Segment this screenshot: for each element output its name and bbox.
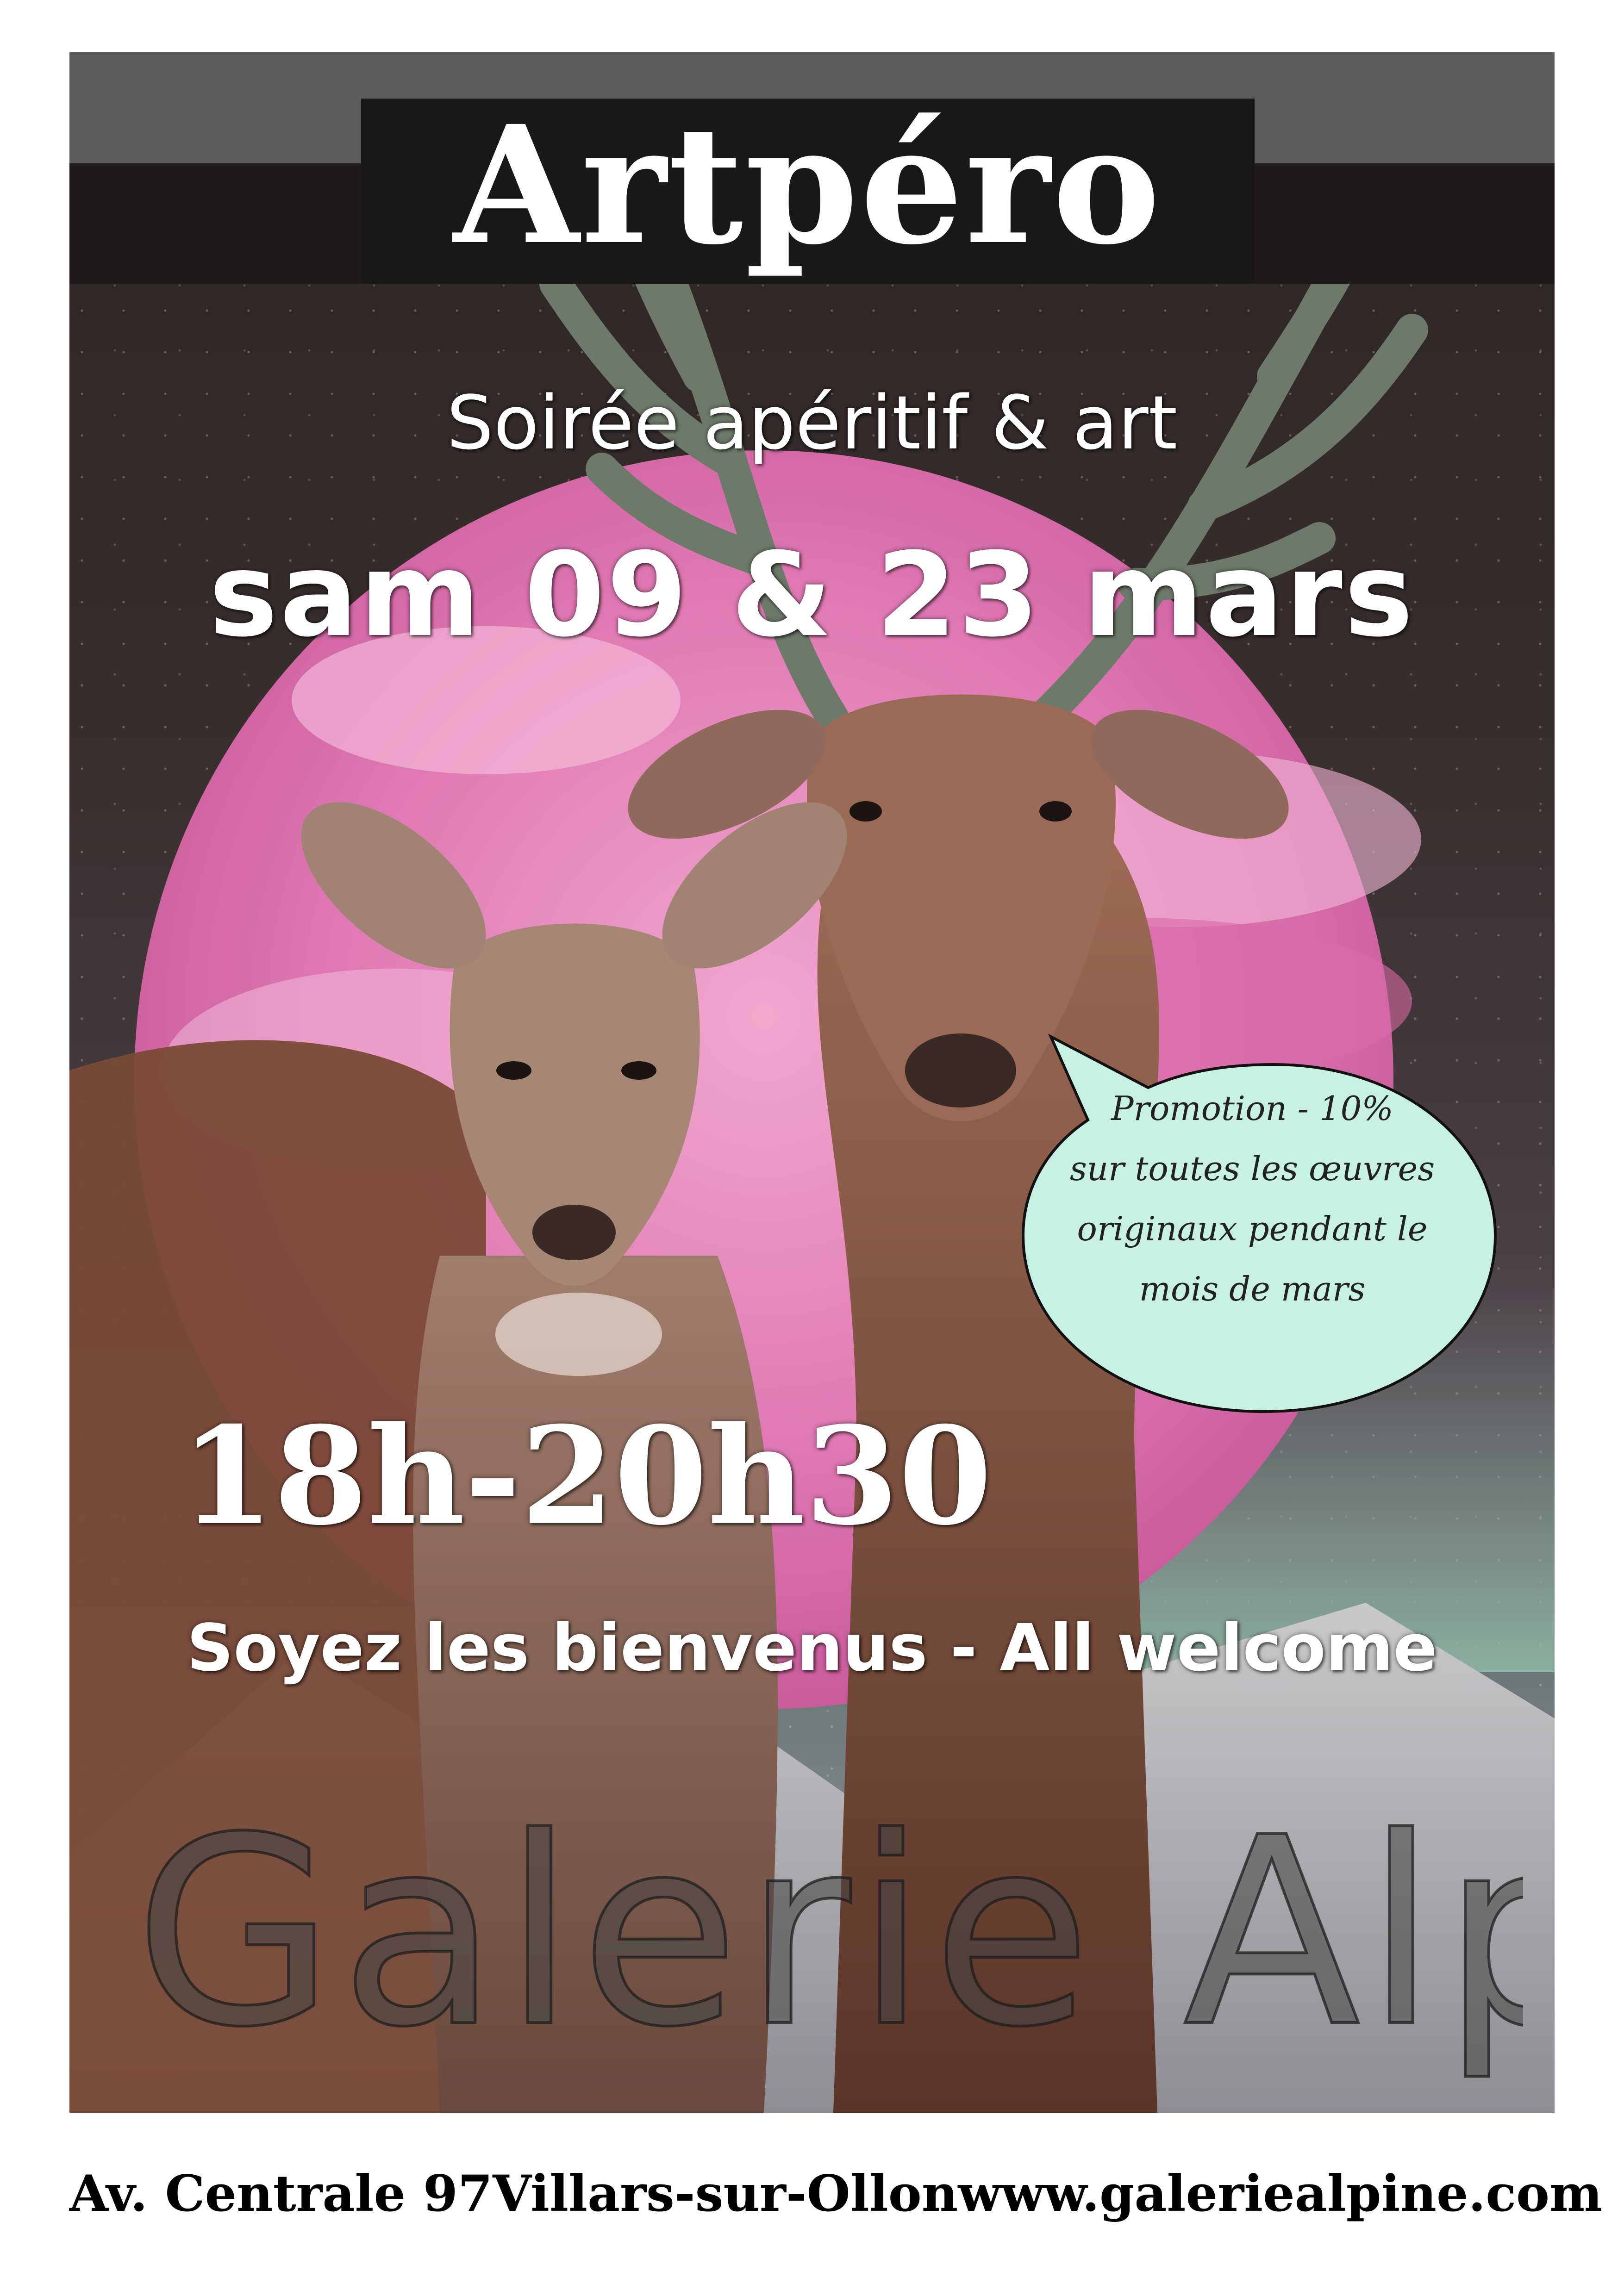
footer-website[interactable]: www.galeriealpine.com xyxy=(958,2165,1602,2223)
footer-address: Av. Centrale 97 xyxy=(69,2165,493,2223)
poster: Artpéro Soirée apéritif & art sam 09 & 2… xyxy=(0,0,1624,2296)
welcome-message: Soyez les bienvenus - All welcome xyxy=(187,1611,1437,1686)
promo-line: Promotion - 10% xyxy=(1111,1089,1393,1128)
promo-line: originaux pendant le xyxy=(1077,1209,1428,1248)
promo-line: mois de mars xyxy=(1139,1269,1366,1308)
promo-text: Promotion - 10% sur toutes les œuvres or… xyxy=(1014,1078,1491,1319)
footer-town: Villars-sur-Ollon xyxy=(493,2165,958,2223)
event-hours: 18h-20h30 xyxy=(181,1398,992,1555)
event-dates: sam 09 & 23 mars xyxy=(209,528,1415,662)
poster-title: Artpéro xyxy=(453,90,1162,280)
promo-line: sur toutes les œuvres xyxy=(1069,1149,1435,1188)
gallery-logo-text: Galerie Alpine xyxy=(134,1782,1523,2084)
footer: Av. Centrale 97 Villars-sur-Ollon www.ga… xyxy=(69,2147,1602,2240)
galerie-alpine-logo: Galerie Alpine xyxy=(134,1781,1523,2085)
event-subtitle: Soirée apéritif & art xyxy=(446,380,1178,466)
